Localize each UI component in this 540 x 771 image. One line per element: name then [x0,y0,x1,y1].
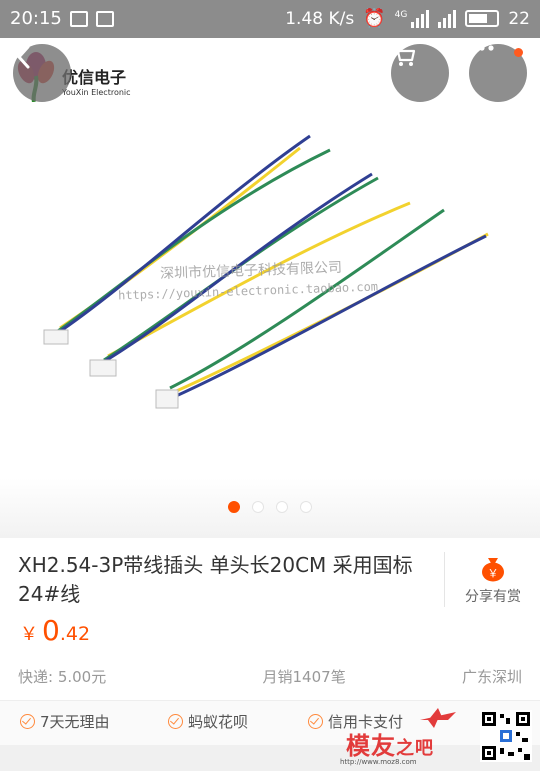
site-watermark: 模友之吧 http://www.moz8.com [338,706,458,768]
price-decimal: .42 [59,623,91,645]
pager-dot[interactable] [252,501,264,513]
site-watermark-main: 模友 [346,732,396,760]
check-circle-icon [20,714,35,729]
pager-dot[interactable] [300,501,312,513]
product-title: XH2.54-3P带线插头 单头长20CM 采用国标24#线 [18,553,413,606]
share-icon-glyph: ￥ [488,567,499,580]
product-meta: 快递: 5.00元 月销1407笔 广东深圳 [18,666,522,687]
alarm-icon: ⏰ [363,8,386,29]
guarantee-item[interactable]: 蚂蚁花呗 [168,711,248,732]
pager-dot[interactable] [276,501,288,513]
shipping-fee: 快递: 5.00元 [18,668,107,686]
product-gallery[interactable]: 深圳市优信电子科技有限公司 https://youxin-electronic.… [0,38,540,538]
battery-icon [465,10,500,27]
gallery-pager[interactable] [0,501,540,513]
cart-button[interactable] [391,44,449,102]
bottom-strip [0,745,540,771]
network-type: 4G [394,9,408,20]
notification-dot [514,48,523,57]
more-icon [470,45,494,51]
signal-4g-icon: 4G [394,9,430,28]
battery-level: 22 [508,8,530,29]
site-watermark-url: http://www.moz8.com [340,758,417,766]
status-left: 20:15 [10,8,114,29]
status-bar: 20:15 1.48 K/s ⏰ 4G 22 [0,0,540,38]
notification-icon [69,10,88,27]
net-speed: 1.48 K/s [285,8,355,29]
price-integer: 0 [42,614,60,647]
guarantee-label: 蚂蚁花呗 [188,713,249,731]
check-circle-icon [168,714,183,729]
share-label: 分享有赏 [465,589,521,605]
guarantee-label: 7天无理由 [40,713,110,731]
back-button[interactable] [13,44,71,102]
check-circle-icon [308,714,323,729]
signal-icon [438,9,457,28]
site-watermark-tail: 之吧 [396,738,434,759]
guarantee-item[interactable]: 7天无理由 [20,711,110,732]
price: ￥ 0 .42 [20,614,90,647]
more-button[interactable] [469,44,527,102]
cart-icon [393,45,416,66]
status-right: 1.48 K/s ⏰ 4G 22 [285,8,530,29]
chevron-left-icon [16,45,30,69]
status-time: 20:15 [10,8,62,29]
share-button[interactable]: ￥ 分享有赏 [444,552,540,607]
monthly-sales: 月销1407笔 [262,668,346,686]
cable-3 [155,208,489,409]
ship-location: 广东深圳 [461,668,522,686]
logo-text: 优信电子 [62,68,127,87]
qr-code-icon [480,710,532,762]
guarantee-bar[interactable]: 7天无理由 蚂蚁花呗 信用卡支付 [0,700,540,745]
site-watermark-text: 模友之吧 [346,726,434,761]
image-notification-icon [95,10,114,27]
money-bag-icon: ￥ [480,554,506,582]
logo-subtext: YouXin Electronic [62,88,131,97]
price-currency: ￥ [20,624,38,645]
pager-dot[interactable] [228,501,240,513]
